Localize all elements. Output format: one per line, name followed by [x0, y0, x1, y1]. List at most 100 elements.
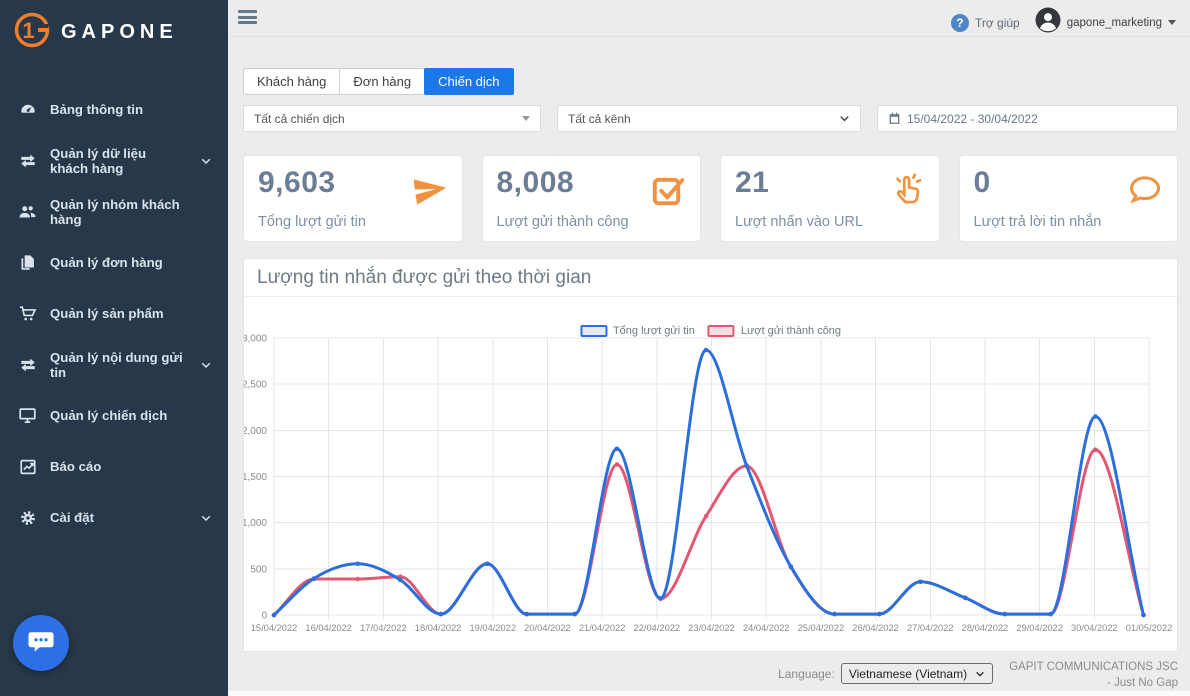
calendar-icon [888, 112, 901, 125]
language-select[interactable]: Vietnamese (Vietnam) [841, 663, 993, 684]
svg-text:21/04/2022: 21/04/2022 [579, 623, 626, 633]
stat-cards: 9,603Tổng lượt gửi tin8,008Lượt gửi thàn… [243, 155, 1178, 242]
sidebar-item-content[interactable]: Quản lý nội dung gửi tin [0, 339, 228, 390]
exchange-icon [18, 355, 37, 374]
brand-logo[interactable]: 1 GAPONE [0, 0, 228, 56]
sidebar-item-label: Bảng thông tin [50, 102, 143, 117]
stat-card-url-clicks: 21Lượt nhấn vào URL [720, 155, 940, 242]
chevron-down-icon [200, 359, 212, 371]
svg-text:1: 1 [22, 18, 34, 43]
svg-text:1,500: 1,500 [244, 472, 267, 483]
tab-customers[interactable]: Khách hàng [243, 68, 340, 95]
date-range-input[interactable]: 15/04/2022 - 30/04/2022 [877, 105, 1178, 132]
company-name: GAPIT COMMUNICATIONS JSC [1009, 660, 1178, 676]
tab-campaigns[interactable]: Chiến dịch [424, 68, 513, 95]
sidebar-item-label: Quản lý đơn hàng [50, 255, 163, 270]
campaign-select-value: Tất cả chiến dịch [254, 112, 345, 126]
sidebar-item-label: Quản lý chiến dịch [50, 408, 167, 423]
chart-card: Lượng tin nhắn được gửi theo thời gian T… [243, 258, 1178, 652]
company-signature: GAPIT COMMUNICATIONS JSC - Just No Gap [1009, 660, 1178, 691]
orders-icon [18, 253, 37, 272]
chevron-down-icon [975, 669, 985, 679]
caret-down-icon [522, 116, 530, 121]
sidebar-item-label: Cài đặt [50, 510, 94, 525]
sidebar-menu: Bảng thông tin Quản lý dữ liệu khách hàng… [0, 84, 228, 543]
stat-label: Lượt gửi thành công [497, 214, 629, 230]
hand-pointer-icon [888, 171, 926, 209]
brand-name: GAPONE [61, 21, 178, 44]
sidebar-item-dashboard[interactable]: Bảng thông tin [0, 84, 228, 135]
svg-text:30/04/2022: 30/04/2022 [1071, 623, 1118, 633]
chat-support-button[interactable] [13, 615, 69, 671]
svg-text:15/04/2022: 15/04/2022 [251, 623, 298, 633]
sidebar-item-label: Quản lý nội dung gửi tin [50, 350, 187, 380]
sidebar-item-settings[interactable]: Cài đặt [0, 492, 228, 543]
chevron-down-icon [200, 512, 212, 524]
hamburger-menu-icon[interactable] [238, 10, 257, 27]
username: gapone_marketing [1067, 17, 1162, 29]
channel-select[interactable]: Tất cả kênh [557, 105, 861, 132]
chevron-down-icon [200, 155, 212, 167]
help-label: Trợ giúp [975, 16, 1020, 30]
exchange-icon [18, 151, 37, 170]
chart-icon [18, 457, 37, 476]
svg-text:3,000: 3,000 [244, 334, 267, 345]
users-icon [18, 202, 37, 221]
dashboard-icon [18, 100, 37, 119]
sidebar-item-label: Quản lý dữ liệu khách hàng [50, 146, 187, 176]
chevron-down-icon [1168, 20, 1176, 25]
chat-bubble-icon [26, 626, 56, 661]
comment-icon [1126, 171, 1164, 209]
stat-card-total-sent: 9,603Tổng lượt gửi tin [243, 155, 463, 242]
stat-card-replies: 0Lượt trả lời tin nhắn [959, 155, 1179, 242]
svg-text:28/04/2022: 28/04/2022 [962, 623, 1009, 633]
svg-text:1,000: 1,000 [244, 518, 267, 529]
svg-text:22/04/2022: 22/04/2022 [634, 623, 681, 633]
y-axis-labels: 05001,0001,5002,0002,5003,000 [244, 334, 267, 622]
sidebar-item-orders[interactable]: Quản lý đơn hàng [0, 237, 228, 288]
sidebar-item-label: Quản lý sản phẩm [50, 306, 164, 321]
chevron-down-icon [839, 113, 850, 124]
svg-text:500: 500 [250, 564, 267, 575]
stat-label: Tổng lượt gửi tin [258, 214, 366, 230]
sidebar-item-reports[interactable]: Báo cáo [0, 441, 228, 492]
check-square-icon [649, 171, 687, 209]
gear-icon [18, 508, 37, 527]
language-label: Language: [778, 667, 835, 681]
svg-text:16/04/2022: 16/04/2022 [305, 623, 352, 633]
svg-text:24/04/2022: 24/04/2022 [743, 623, 790, 633]
svg-text:29/04/2022: 29/04/2022 [1016, 623, 1063, 633]
stat-label: Lượt trả lời tin nhắn [974, 214, 1102, 230]
svg-text:17/04/2022: 17/04/2022 [360, 623, 407, 633]
chart-svg[interactable]: 05001,0001,5002,0002,5003,00015/04/20221… [244, 297, 1177, 649]
success-line-markers [272, 447, 1146, 617]
svg-text:18/04/2022: 18/04/2022 [415, 623, 462, 633]
cart-icon [18, 304, 37, 323]
paper-plane-icon [411, 171, 449, 209]
user-menu[interactable]: gapone_marketing [1035, 7, 1176, 38]
sidebar-item-campaigns[interactable]: Quản lý chiến dịch [0, 390, 228, 441]
language-select-value: Vietnamese (Vietnam) [849, 667, 967, 681]
sidebar-item-customer-data[interactable]: Quản lý dữ liệu khách hàng [0, 135, 228, 186]
total-sent-line[interactable] [274, 350, 1144, 615]
help-icon: ? [951, 14, 969, 32]
tab-orders[interactable]: Đơn hàng [339, 68, 425, 95]
company-slogan: - Just No Gap [1009, 676, 1178, 692]
svg-text:27/04/2022: 27/04/2022 [907, 623, 954, 633]
svg-text:19/04/2022: 19/04/2022 [469, 623, 516, 633]
svg-text:26/04/2022: 26/04/2022 [852, 623, 899, 633]
monitor-icon [18, 406, 37, 425]
sidebar-item-products[interactable]: Quản lý sản phẩm [0, 288, 228, 339]
success-line[interactable] [274, 450, 1144, 615]
stat-label: Lượt nhấn vào URL [735, 214, 863, 230]
help-button[interactable]: ? Trợ giúp [951, 14, 1020, 32]
x-axis-labels: 15/04/2022 16/04/2022 17/04/2022 18/04/2022… [251, 623, 1173, 633]
svg-text:01/05/2022: 01/05/2022 [1126, 623, 1173, 633]
svg-text:2,500: 2,500 [244, 380, 267, 391]
channel-select-value: Tất cả kênh [568, 112, 631, 126]
campaign-select[interactable]: Tất cả chiến dịch [243, 105, 541, 132]
chart-plot-area[interactable]: Tổng lượt gửi tinLượt gửi thành công 050… [244, 297, 1177, 649]
gapone-logo-icon: 1 [12, 10, 52, 55]
sidebar-item-customer-groups[interactable]: Quản lý nhóm khách hàng [0, 186, 228, 237]
report-tabs: Khách hàngĐơn hàngChiến dịch [243, 68, 513, 95]
